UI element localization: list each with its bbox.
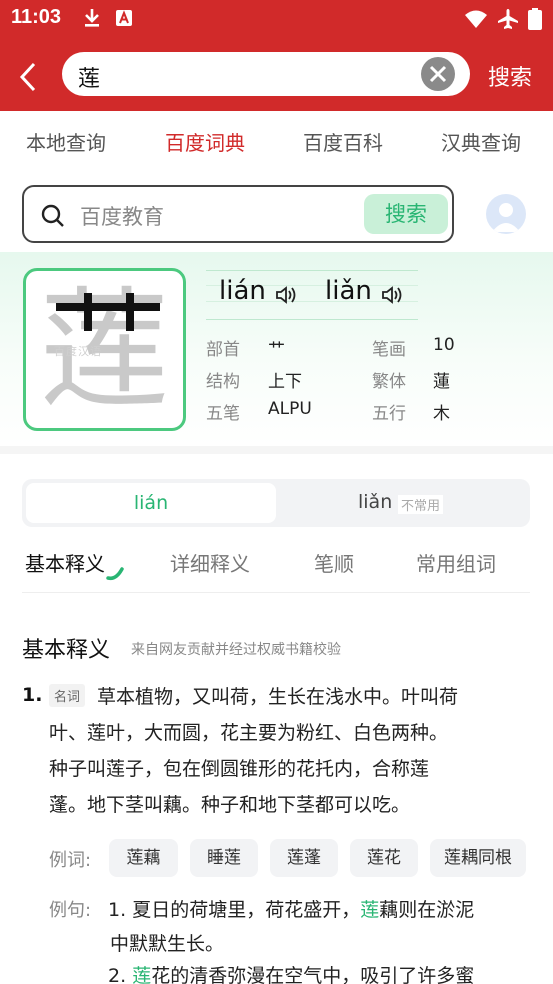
search-input[interactable]: 莲 [62,52,470,96]
definition-line: 叶、莲叶，大而圆，花主要为粉红、白色两种。 [49,722,449,744]
wubi-label: 五笔 [206,404,240,424]
reading-lian[interactable]: lián [26,483,276,523]
user-icon [492,203,520,232]
reading-lian3[interactable]: liǎn [358,491,392,513]
section-title: 基本释义 [22,638,111,663]
definition-line: 蓬。地下茎叫藕。种子和地下茎都可以吃。 [49,794,411,816]
back-icon[interactable] [14,60,42,94]
structure-value: 上下 [268,372,302,392]
tab-handian[interactable]: 汉典查询 [441,127,521,156]
example-sentences-label: 例句: [49,900,92,921]
example-sentence: 2. 莲花的清香弥漫在空气中，吸引了许多蜜 [108,961,474,984]
tab-basic-meaning[interactable]: 基本释义 [25,548,105,577]
sentence-highlight: 莲 [360,899,380,921]
sentence-text: 花的清香弥漫在空气中，吸引了许多蜜 [151,965,475,984]
definition-line: 草本植物，又叫荷，生长在浅水中。叶叫荷 [97,686,459,708]
sentence-text: 藕则在淤泥 [379,899,475,921]
edu-search-field[interactable]: 百度教育 搜索 [22,185,454,243]
watermark: 百度汉语 [54,345,102,358]
example-word-chip[interactable]: 莲蓬 [270,839,338,877]
sentence-text: 夏日的荷塘里，荷花盛开， [132,899,361,921]
character-stroke-box[interactable]: 莲 百度汉语 [23,268,186,431]
tab-baidu-dictionary[interactable]: 百度词典 [165,127,245,156]
airplane-icon [498,9,518,29]
example-sentence: 1. 夏日的荷塘里，荷花盛开，莲藕则在淤泥 [108,895,474,922]
wuxing-label: 五行 [372,404,406,424]
avatar[interactable] [486,194,526,234]
download-icon [85,9,99,27]
stroke-animation [56,293,160,331]
speaker-icon[interactable] [381,285,403,305]
definition-line: 种子叫莲子，包在倒圆锥形的花托内，合称莲 [49,758,430,780]
clear-icon[interactable] [421,57,455,91]
example-sentence-continued: 中默默生长。 [110,933,225,955]
example-word-chip[interactable]: 莲藕 [109,839,178,877]
example-word-chip[interactable]: 睡莲 [190,839,258,877]
tab-stroke-order[interactable]: 笔顺 [314,548,354,577]
wubi-value: ALPU [268,399,312,419]
app-icon [116,10,132,26]
subtab-underline [22,592,530,593]
traditional-value: 蓮 [433,372,450,392]
example-words-label: 例词: [49,850,92,871]
sentence-number: 1. [108,899,127,921]
active-tab-indicator [106,567,124,581]
section-divider [0,446,553,454]
strokes-label: 笔画 [372,340,406,360]
search-query: 莲 [78,67,101,92]
source-tabs: 本地查询 百度词典 百度百科 汉典查询 [0,111,553,173]
radical-label: 部首 [206,340,240,360]
edu-search-placeholder: 百度教育 [80,205,164,229]
pinyin-1: lián [219,276,266,306]
sentence-number: 2. [108,965,127,984]
rare-badge: 不常用 [398,495,444,514]
wifi-icon [465,10,487,28]
example-word-chip[interactable]: 莲花 [350,839,418,877]
reading-toggle: lián liǎn 不常用 [22,479,530,527]
radical-value: 艹 [268,340,285,360]
tab-baidu-baike[interactable]: 百度百科 [303,127,383,156]
pinyin-2: liǎn [325,276,372,306]
tab-common-words[interactable]: 常用组词 [416,548,496,577]
section-source: 来自网友贡献并经过权威书籍校验 [131,642,341,658]
structure-label: 结构 [206,372,240,392]
part-of-speech-badge: 名词 [49,684,86,707]
speaker-icon[interactable] [275,285,297,305]
definition-number: 1. [22,684,43,706]
sentence-highlight: 莲 [132,965,152,984]
strokes-value: 10 [433,335,455,355]
status-time: 11:03 [11,6,62,28]
tab-local[interactable]: 本地查询 [26,127,106,156]
battery-icon [528,8,542,30]
tab-detailed-meaning[interactable]: 详细释义 [170,548,250,577]
app-header: 11:03 莲 搜索 [0,0,553,111]
wuxing-value: 木 [433,404,450,424]
header-search-button[interactable]: 搜索 [488,60,532,92]
traditional-label: 繁体 [372,372,406,392]
edu-search-button[interactable]: 搜索 [364,194,448,234]
status-bar: 11:03 [0,0,553,38]
example-word-chip[interactable]: 莲耦同根 [430,839,526,877]
search-icon [41,204,64,227]
